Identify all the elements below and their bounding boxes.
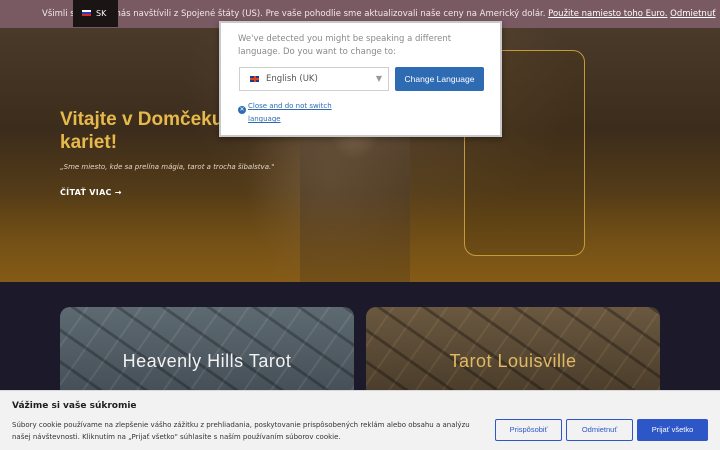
dismiss-notice-link[interactable]: Odmietnuť [670,9,715,19]
reject-button[interactable]: Odmietnuť [566,419,633,441]
language-switcher[interactable]: SK [73,0,118,27]
chevron-down-icon: ▼ [375,74,382,83]
card-title: Heavenly Hills Tarot [122,351,292,371]
read-more-link[interactable]: ČÍTAŤ VIAC → [60,188,122,197]
card-title: Tarot Louisville [449,351,577,371]
cookie-text: Súbory cookie používame na zlepšenie váš… [12,421,470,441]
use-euro-link[interactable]: Použite namiesto toho Euro. [548,9,667,19]
selected-language: English (UK) [266,74,318,84]
change-language-button[interactable]: Change Language [395,67,484,91]
cookie-banner: Vážime si vaše súkromie Súbory cookie po… [0,390,720,450]
close-icon[interactable]: ✕ [238,106,246,114]
language-code: SK [96,9,107,18]
customize-button[interactable]: Prispôsobiť [495,419,562,441]
accept-all-button[interactable]: Prijať všetko [637,419,708,441]
language-select[interactable]: English (UK) ▼ [239,67,389,91]
close-popup-link[interactable]: Close and do not switch language [248,100,358,126]
slovak-flag-icon [82,10,91,16]
uk-flag-icon [250,76,259,82]
popup-message: We've detected you might be speaking a d… [238,34,452,57]
language-suggestion-popup: We've detected you might be speaking a d… [219,21,502,137]
hero-quote: „Sme miesto, kde sa prelína mágia, tarot… [60,163,275,171]
cookie-title: Vážime si vaše súkromie [12,401,137,411]
